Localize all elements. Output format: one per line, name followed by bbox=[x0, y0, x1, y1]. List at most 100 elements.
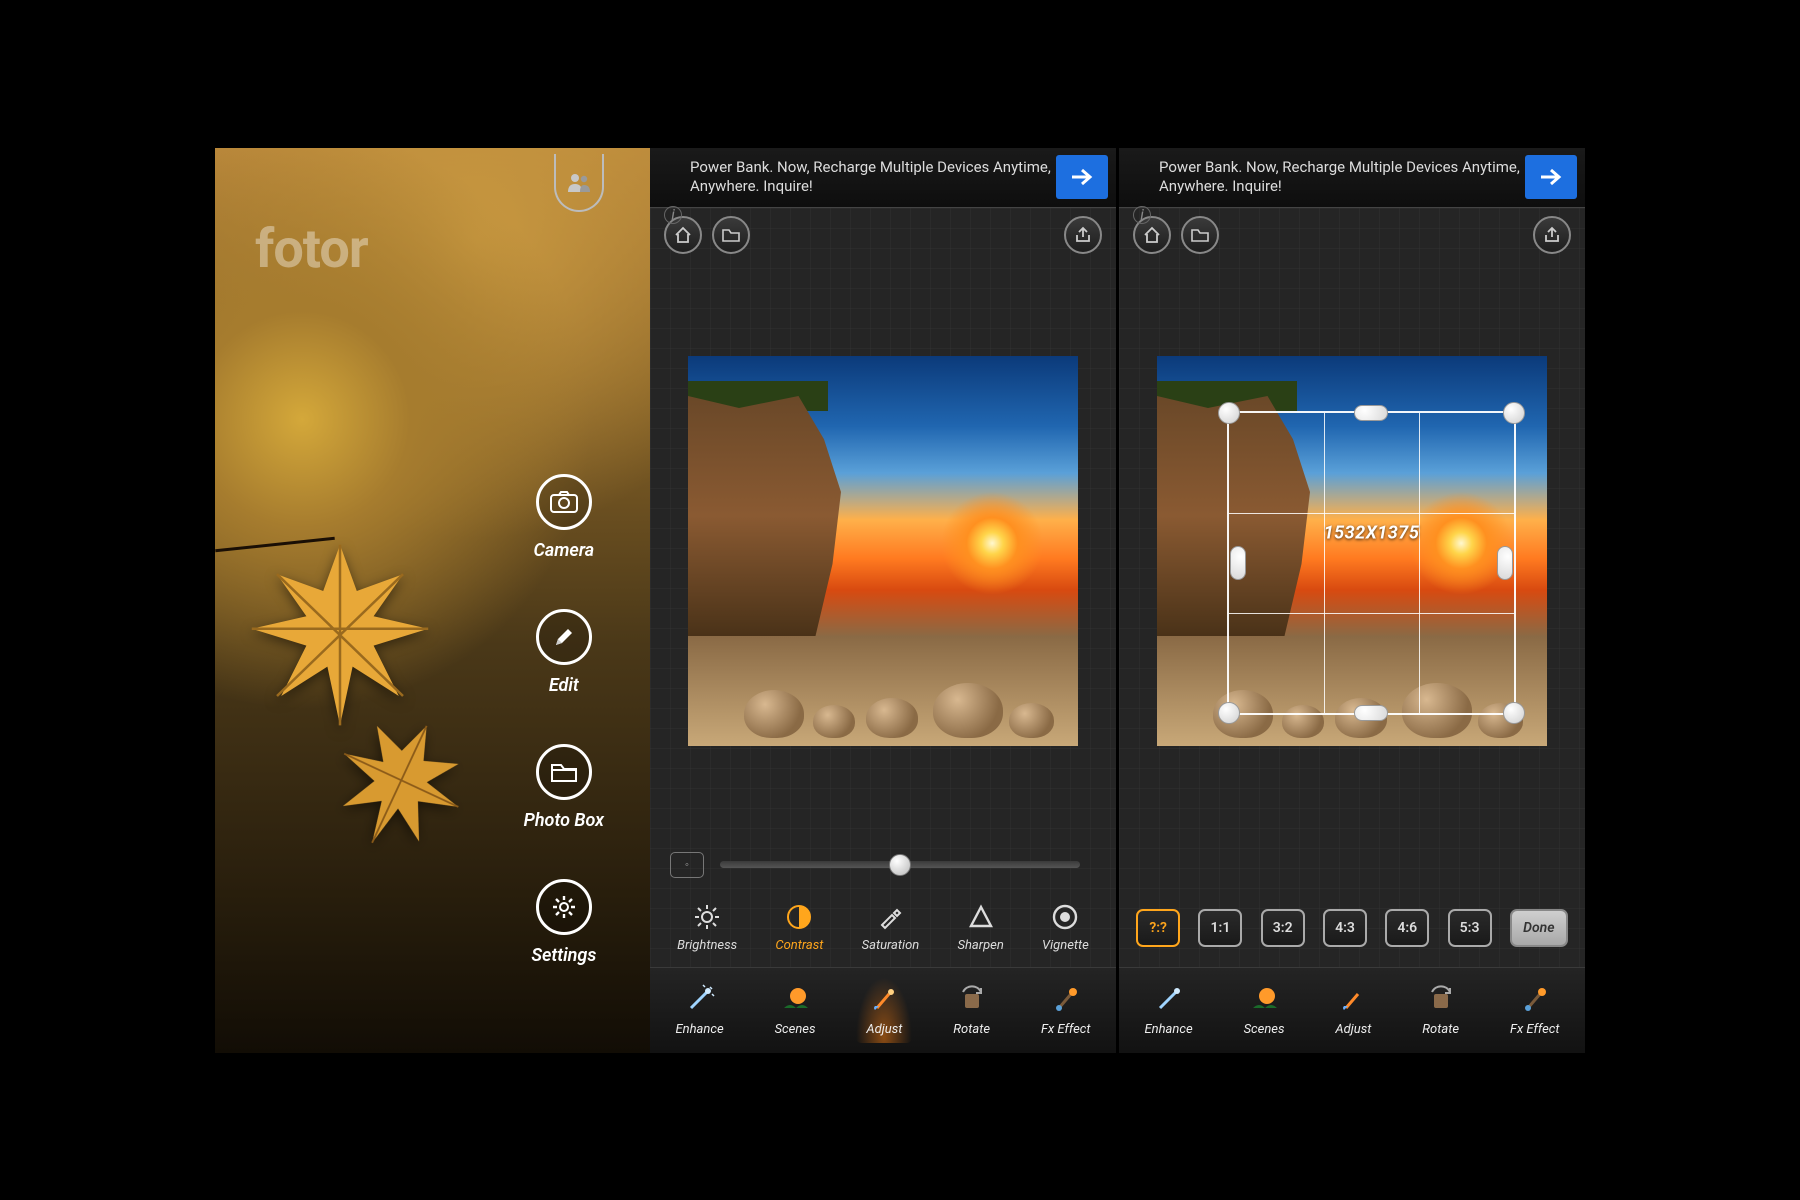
crop-dimensions: 1532X1375 bbox=[1324, 522, 1420, 543]
camera-icon bbox=[536, 474, 592, 530]
tool-label: Adjust bbox=[866, 1022, 902, 1037]
crop-handle[interactable] bbox=[1218, 402, 1240, 424]
tool-adjust[interactable]: Adjust bbox=[1325, 977, 1381, 1043]
open-button[interactable] bbox=[1181, 216, 1219, 254]
wand-icon bbox=[1154, 983, 1184, 1015]
adjust-brightness[interactable]: Brightness bbox=[677, 902, 737, 953]
scenes-icon bbox=[780, 983, 810, 1015]
tool-scenes[interactable]: Scenes bbox=[765, 977, 826, 1043]
crop-handle[interactable] bbox=[1230, 546, 1246, 580]
tool-rotate[interactable]: Rotate bbox=[1412, 977, 1469, 1043]
adjust-label: Sharpen bbox=[958, 938, 1004, 953]
slider-reset-button[interactable]: ◦ bbox=[670, 852, 704, 878]
brightness-icon bbox=[693, 902, 721, 932]
adjust-label: Vignette bbox=[1042, 938, 1089, 953]
tool-label: Scenes bbox=[775, 1022, 816, 1037]
folder-icon bbox=[536, 744, 592, 800]
crop-handle[interactable] bbox=[1354, 405, 1388, 421]
ratio-4-3[interactable]: 4:3 bbox=[1323, 909, 1367, 947]
sidebar-item-label: Settings bbox=[531, 945, 596, 966]
eyedropper-icon bbox=[877, 902, 903, 932]
sidebar-item-camera[interactable]: Camera bbox=[533, 474, 594, 561]
slider-thumb[interactable] bbox=[889, 854, 911, 876]
preview-image[interactable] bbox=[688, 356, 1078, 746]
vignette-icon bbox=[1052, 902, 1078, 932]
home-icon bbox=[674, 226, 692, 244]
adjust-vignette[interactable]: Vignette bbox=[1042, 902, 1089, 953]
sidebar-item-label: Edit bbox=[549, 675, 579, 696]
ratio-free[interactable]: ?:? bbox=[1136, 909, 1180, 947]
panel-toolbar bbox=[1119, 208, 1585, 262]
share-button[interactable] bbox=[1533, 216, 1571, 254]
ratio-5-3[interactable]: 5:3 bbox=[1448, 909, 1492, 947]
sidebar-item-label: Photo Box bbox=[524, 810, 604, 831]
adjust-sharpen[interactable]: Sharpen bbox=[958, 902, 1004, 953]
adjust-contrast[interactable]: Contrast bbox=[775, 902, 823, 953]
ad-banner[interactable]: Power Bank. Now, Recharge Multiple Devic… bbox=[1119, 148, 1585, 208]
tool-label: Enhance bbox=[1144, 1022, 1192, 1037]
app-logo: fotor bbox=[255, 218, 368, 281]
tool-fx[interactable]: Fx Effect bbox=[1500, 977, 1570, 1043]
tool-label: Scenes bbox=[1244, 1022, 1285, 1037]
tool-label: Fx Effect bbox=[1510, 1022, 1560, 1037]
home-icon bbox=[1143, 226, 1161, 244]
tool-label: Rotate bbox=[1422, 1022, 1459, 1037]
crop-overlay[interactable]: 1532X1375 bbox=[1227, 411, 1516, 715]
ratio-4-6[interactable]: 4:6 bbox=[1385, 909, 1429, 947]
ad-text: Power Bank. Now, Recharge Multiple Devic… bbox=[690, 158, 1056, 196]
tool-scenes[interactable]: Scenes bbox=[1234, 977, 1295, 1043]
wand-icon bbox=[685, 983, 715, 1015]
app-frame: fotor Camera Edit Photo Box bbox=[215, 148, 1585, 1053]
adjust-slider[interactable] bbox=[720, 861, 1080, 868]
ad-arrow-button[interactable] bbox=[1525, 155, 1577, 199]
preview-image[interactable]: 1532X1375 bbox=[1157, 356, 1547, 746]
gear-icon bbox=[536, 879, 592, 935]
contrast-icon bbox=[786, 902, 812, 932]
adjust-label: Saturation bbox=[862, 938, 920, 953]
crop-handle[interactable] bbox=[1503, 402, 1525, 424]
tool-fx[interactable]: Fx Effect bbox=[1031, 977, 1101, 1043]
sharpen-icon bbox=[968, 902, 994, 932]
ad-arrow-button[interactable] bbox=[1056, 155, 1108, 199]
crop-handle[interactable] bbox=[1497, 546, 1513, 580]
tool-label: Adjust bbox=[1335, 1022, 1371, 1037]
crop-handle[interactable] bbox=[1354, 705, 1388, 721]
fx-icon bbox=[1520, 983, 1550, 1015]
rotate-icon bbox=[1426, 983, 1456, 1015]
pencil-icon bbox=[536, 609, 592, 665]
sidebar-item-settings[interactable]: Settings bbox=[531, 879, 596, 966]
tool-rotate[interactable]: Rotate bbox=[943, 977, 1000, 1043]
sidebar-item-edit[interactable]: Edit bbox=[536, 609, 592, 696]
sidebar: fotor Camera Edit Photo Box bbox=[215, 148, 650, 1053]
share-button[interactable] bbox=[1064, 216, 1102, 254]
brush-icon bbox=[869, 983, 899, 1015]
adjust-label: Contrast bbox=[775, 938, 823, 953]
tool-enhance[interactable]: Enhance bbox=[665, 977, 733, 1043]
adjust-saturation[interactable]: Saturation bbox=[862, 902, 920, 953]
tool-adjust[interactable]: Adjust bbox=[856, 977, 912, 1043]
ratio-3-2[interactable]: 3:2 bbox=[1261, 909, 1305, 947]
share-icon bbox=[1543, 226, 1561, 244]
arrow-right-icon bbox=[1539, 168, 1563, 186]
sidebar-item-photobox[interactable]: Photo Box bbox=[524, 744, 604, 831]
crop-panel: Power Bank. Now, Recharge Multiple Devic… bbox=[1119, 148, 1585, 1053]
tool-label: Enhance bbox=[675, 1022, 723, 1037]
panel-toolbar bbox=[650, 208, 1116, 262]
rotate-icon bbox=[957, 983, 987, 1015]
ratio-1-1[interactable]: 1:1 bbox=[1198, 909, 1242, 947]
crop-done-button[interactable]: Done bbox=[1510, 909, 1568, 947]
scenes-icon bbox=[1249, 983, 1279, 1015]
crop-handle[interactable] bbox=[1503, 702, 1525, 724]
ad-banner[interactable]: Power Bank. Now, Recharge Multiple Devic… bbox=[650, 148, 1116, 208]
editor-panels: Power Bank. Now, Recharge Multiple Devic… bbox=[650, 148, 1585, 1053]
users-badge[interactable] bbox=[554, 154, 604, 212]
decorative-leaf bbox=[230, 528, 450, 738]
ad-info-icon[interactable]: i bbox=[664, 206, 682, 224]
tool-enhance[interactable]: Enhance bbox=[1134, 977, 1202, 1043]
tool-label: Fx Effect bbox=[1041, 1022, 1091, 1037]
share-icon bbox=[1074, 226, 1092, 244]
open-button[interactable] bbox=[712, 216, 750, 254]
ad-info-icon[interactable]: i bbox=[1133, 206, 1151, 224]
crop-handle[interactable] bbox=[1218, 702, 1240, 724]
arrow-right-icon bbox=[1070, 168, 1094, 186]
